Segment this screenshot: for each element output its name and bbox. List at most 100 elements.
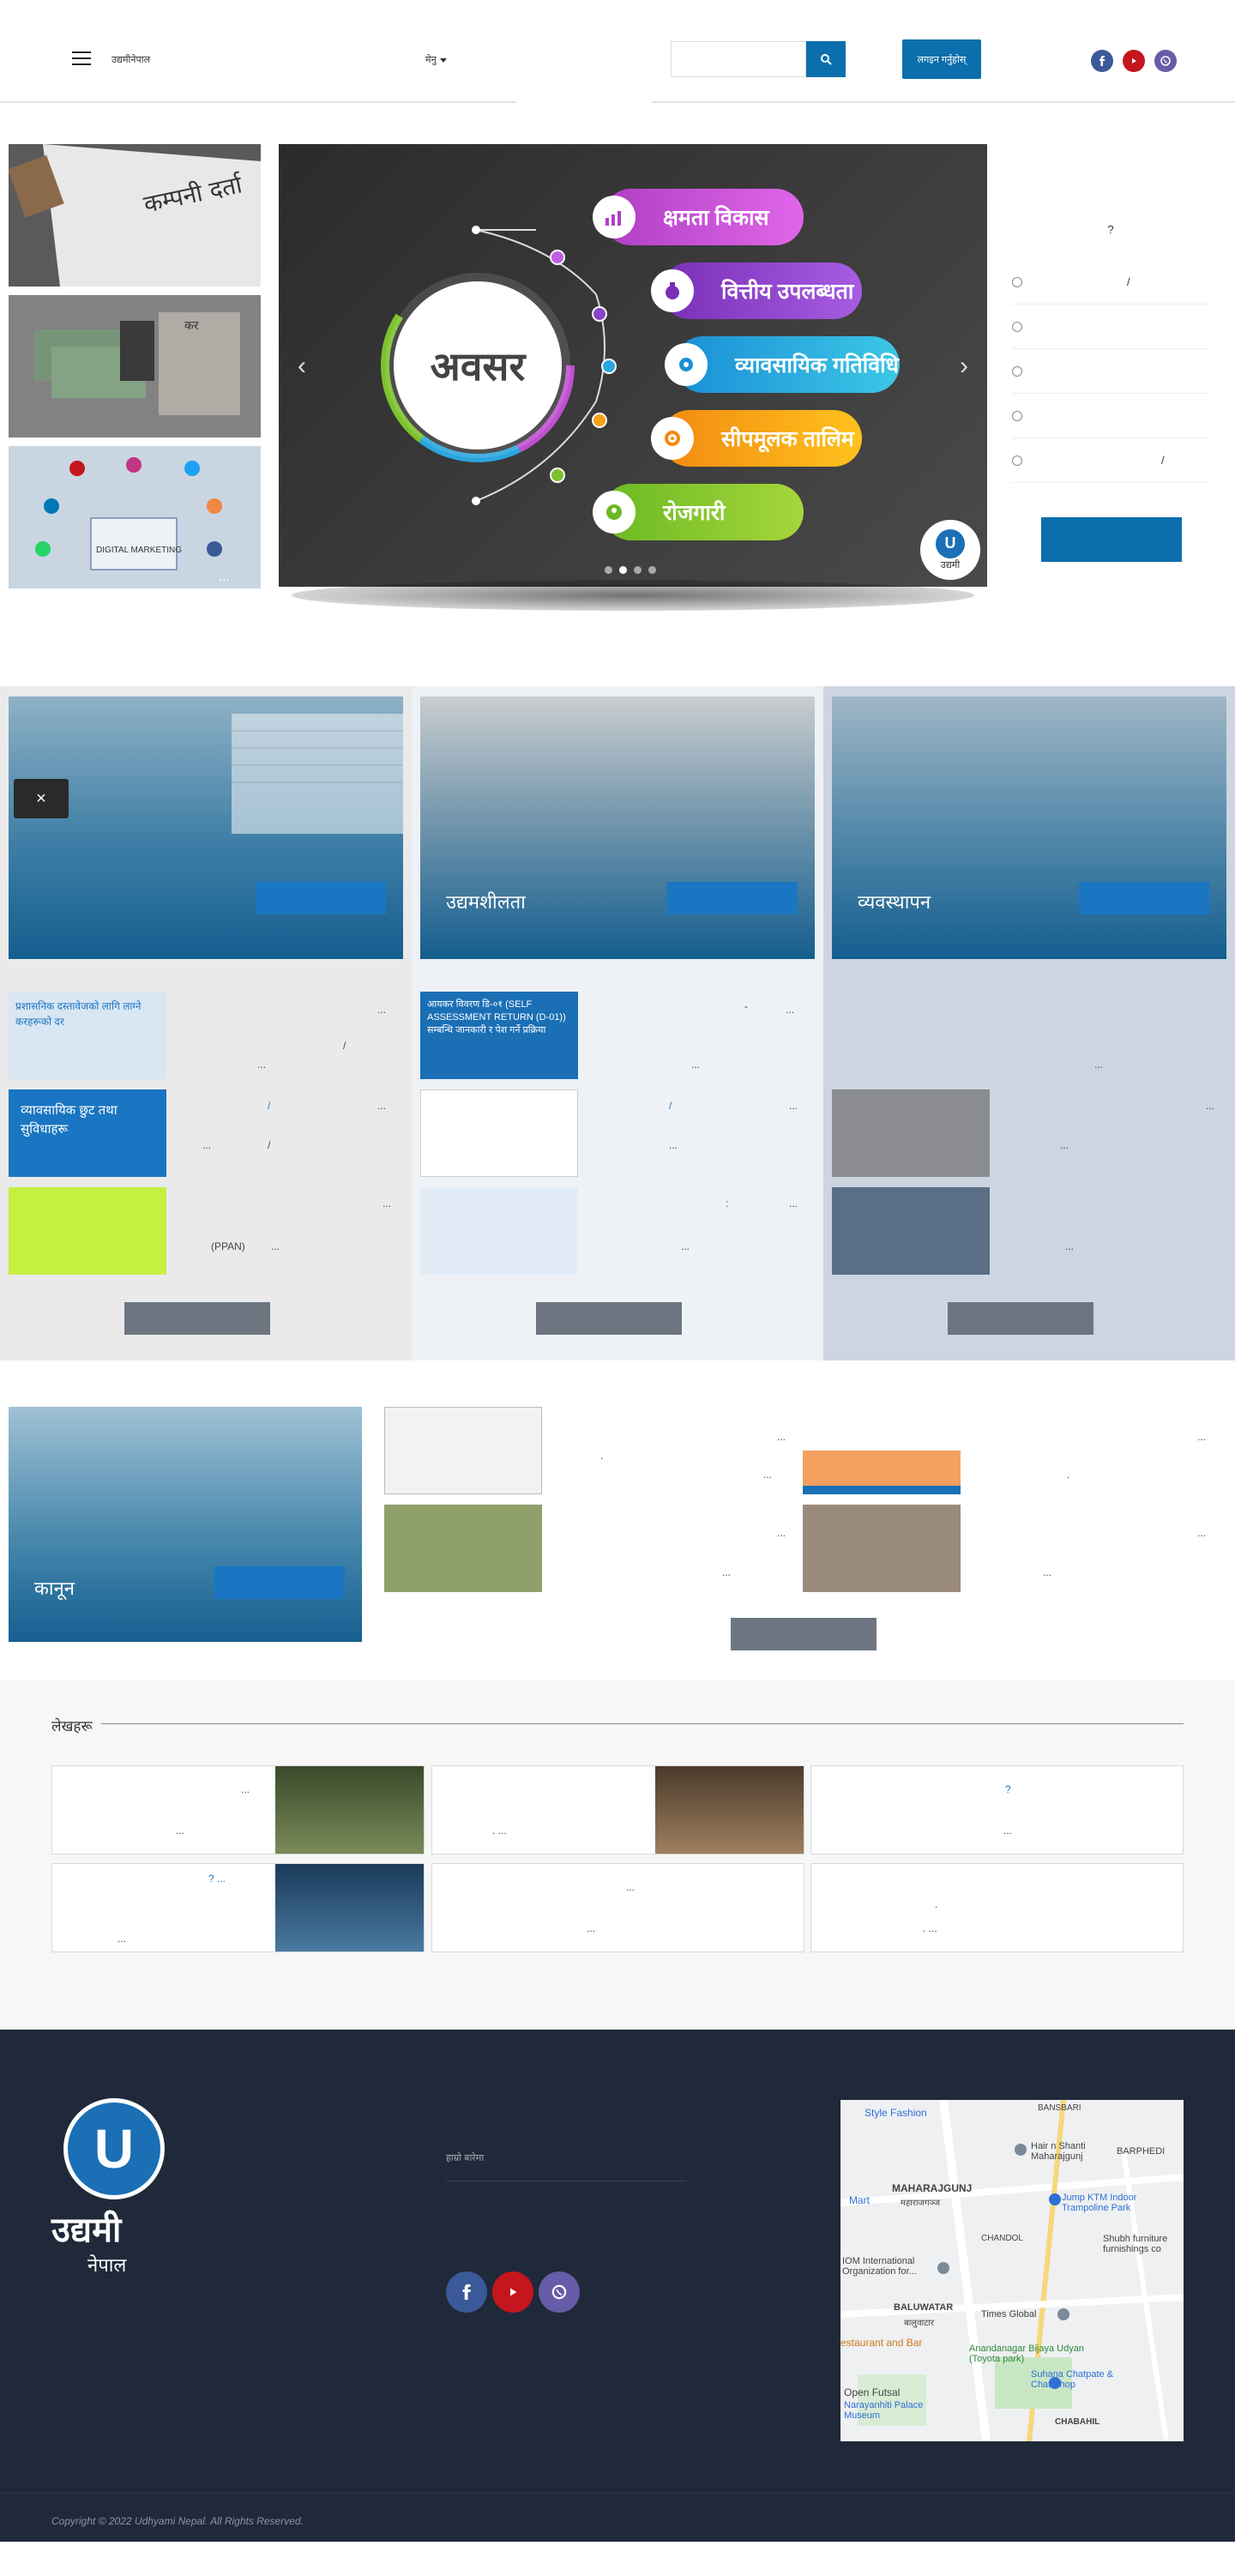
category-text[interactable]: / [268, 1139, 270, 1151]
poll-vote-button[interactable] [1041, 517, 1182, 562]
law-text[interactable]: ... [1043, 1566, 1051, 1578]
law-text[interactable]: ... [1197, 1527, 1206, 1539]
law-text[interactable]: ... [1197, 1431, 1206, 1443]
category-item-image[interactable]: व्यावसायिक छुट तथा सुविधाहरू [9, 1089, 166, 1177]
slider-dot-active[interactable] [619, 566, 627, 574]
law-explore-button[interactable] [214, 1566, 345, 1599]
login-button[interactable]: लगइन गर्नुहोस् [902, 39, 981, 79]
category-hero-card[interactable]: उद्यमशीलता [420, 697, 815, 959]
thumbnail-digital-marketing[interactable]: DIGITAL MARKETING ... [9, 446, 261, 588]
youtube-icon[interactable] [1123, 50, 1145, 72]
category-text[interactable]: ... [789, 1198, 798, 1210]
category-item-image[interactable] [832, 1187, 990, 1275]
law-text[interactable]: ... [777, 1527, 786, 1539]
category-text[interactable]: / [669, 1100, 672, 1112]
poll-option[interactable] [1012, 394, 1209, 438]
blog-card[interactable]: ... ... [51, 1765, 425, 1855]
footer-logo[interactable]: U उद्यमी नेपाल [51, 2098, 189, 2277]
poll-option[interactable]: / [1012, 438, 1209, 483]
law-text[interactable]: ... [777, 1431, 786, 1443]
category-text[interactable]: / [268, 1100, 270, 1112]
slider-dot[interactable] [634, 566, 642, 574]
blog-card[interactable]: . ... [431, 1765, 804, 1855]
category-text[interactable]: / [343, 1040, 346, 1052]
thumbnail-company-registration[interactable]: कम्पनी दर्ता [9, 144, 261, 287]
search-button[interactable] [806, 41, 846, 77]
poll-option[interactable] [1012, 349, 1209, 394]
category-explore-button[interactable] [667, 882, 798, 914]
category-item-image[interactable] [420, 1089, 578, 1177]
category-text[interactable]: ... [377, 1004, 386, 1016]
close-icon[interactable]: × [14, 779, 69, 818]
blog-card-title[interactable]: ? ... [208, 1873, 226, 1885]
category-text[interactable]: - [744, 1000, 748, 1012]
law-hero-card[interactable]: कानून [9, 1407, 362, 1642]
hamburger-icon[interactable] [72, 51, 91, 65]
category-item-image[interactable] [9, 1187, 166, 1275]
radio-icon[interactable] [1012, 455, 1022, 466]
category-text[interactable]: ... [1060, 1139, 1069, 1151]
radio-icon[interactable] [1012, 321, 1022, 332]
law-text[interactable]: . [1067, 1469, 1069, 1481]
thumbnail-tax[interactable]: कर [9, 295, 261, 437]
viber-icon[interactable] [539, 2271, 580, 2313]
youtube-icon[interactable] [492, 2271, 533, 2313]
facebook-icon[interactable] [446, 2271, 487, 2313]
category-item-image[interactable] [832, 1089, 990, 1177]
blog-card[interactable]: ? ... [810, 1765, 1184, 1855]
category-explore-button[interactable] [1079, 882, 1209, 914]
slider-dot[interactable] [605, 566, 612, 574]
poll-option[interactable] [1012, 305, 1209, 349]
law-item-image[interactable] [384, 1407, 542, 1494]
blog-card-image[interactable] [275, 1864, 424, 1952]
category-text[interactable]: ... [1065, 1240, 1074, 1252]
slider-next-arrow[interactable]: › [960, 352, 968, 381]
category-hero-card[interactable]: व्यवस्थापन [832, 697, 1226, 959]
hero-slider[interactable]: अवसर क्षमता विकास वित्तीय उपलब्धता व्याव… [279, 144, 987, 587]
slider-prev-arrow[interactable]: ‹ [298, 352, 306, 381]
law-text[interactable]: ... [722, 1566, 731, 1578]
blog-card-title[interactable]: ... [626, 1881, 635, 1893]
category-item-image[interactable]: आयकर विवरण डि-०१ (SELF ASSESSMENT RETURN… [420, 992, 578, 1079]
radio-icon[interactable] [1012, 410, 1022, 421]
category-text[interactable]: ... [691, 1059, 700, 1071]
blog-card-title[interactable]: . [935, 1898, 937, 1910]
category-text[interactable]: ... [383, 1198, 391, 1210]
blog-card-title[interactable]: ... [241, 1783, 250, 1795]
brand-link[interactable]: उद्यमीनेपाल [111, 53, 150, 66]
category-text[interactable]: ... [202, 1139, 211, 1151]
poll-option[interactable]: / [1012, 260, 1209, 305]
viber-icon[interactable] [1154, 50, 1177, 72]
law-text[interactable]: ... [763, 1469, 772, 1481]
blog-card[interactable]: . . ... [810, 1863, 1184, 1952]
blog-card-image[interactable] [275, 1766, 424, 1854]
law-item-image[interactable] [803, 1505, 961, 1592]
category-text[interactable]: ... [1094, 1059, 1103, 1071]
blog-card[interactable]: ? ... ... [51, 1863, 425, 1952]
slider-dot[interactable] [648, 566, 656, 574]
category-more-button[interactable] [536, 1302, 682, 1335]
category-text[interactable]: (PPAN) [211, 1240, 245, 1252]
blog-card-title[interactable]: ? [1005, 1783, 1011, 1795]
footer-about-link[interactable]: हाम्रो बारेमा [446, 2151, 484, 2164]
category-text[interactable]: ... [1206, 1100, 1214, 1112]
law-item-image[interactable] [384, 1505, 542, 1592]
radio-icon[interactable] [1012, 276, 1022, 287]
nav-menu-dropdown[interactable]: मेनु [425, 53, 447, 66]
category-more-button[interactable] [948, 1302, 1093, 1335]
category-text[interactable]: ... [786, 1004, 794, 1016]
category-text[interactable]: ... [789, 1100, 798, 1112]
category-text[interactable]: ... [669, 1139, 678, 1151]
category-item-image[interactable]: प्रशासनिक दस्तावेजको लागि लाग्ने करहरूको… [9, 992, 166, 1079]
category-text[interactable]: ... [377, 1100, 386, 1112]
category-text[interactable]: ... [681, 1240, 690, 1252]
category-more-button[interactable] [124, 1302, 270, 1335]
category-text[interactable]: ... [257, 1059, 266, 1071]
law-text[interactable]: . [600, 1450, 603, 1462]
search-input[interactable] [671, 41, 806, 77]
category-text[interactable]: : [726, 1198, 728, 1210]
category-item-image[interactable] [420, 1187, 578, 1275]
category-text[interactable]: ... [271, 1240, 280, 1252]
category-hero-card[interactable] [9, 697, 403, 959]
blog-card-image[interactable] [655, 1766, 804, 1854]
